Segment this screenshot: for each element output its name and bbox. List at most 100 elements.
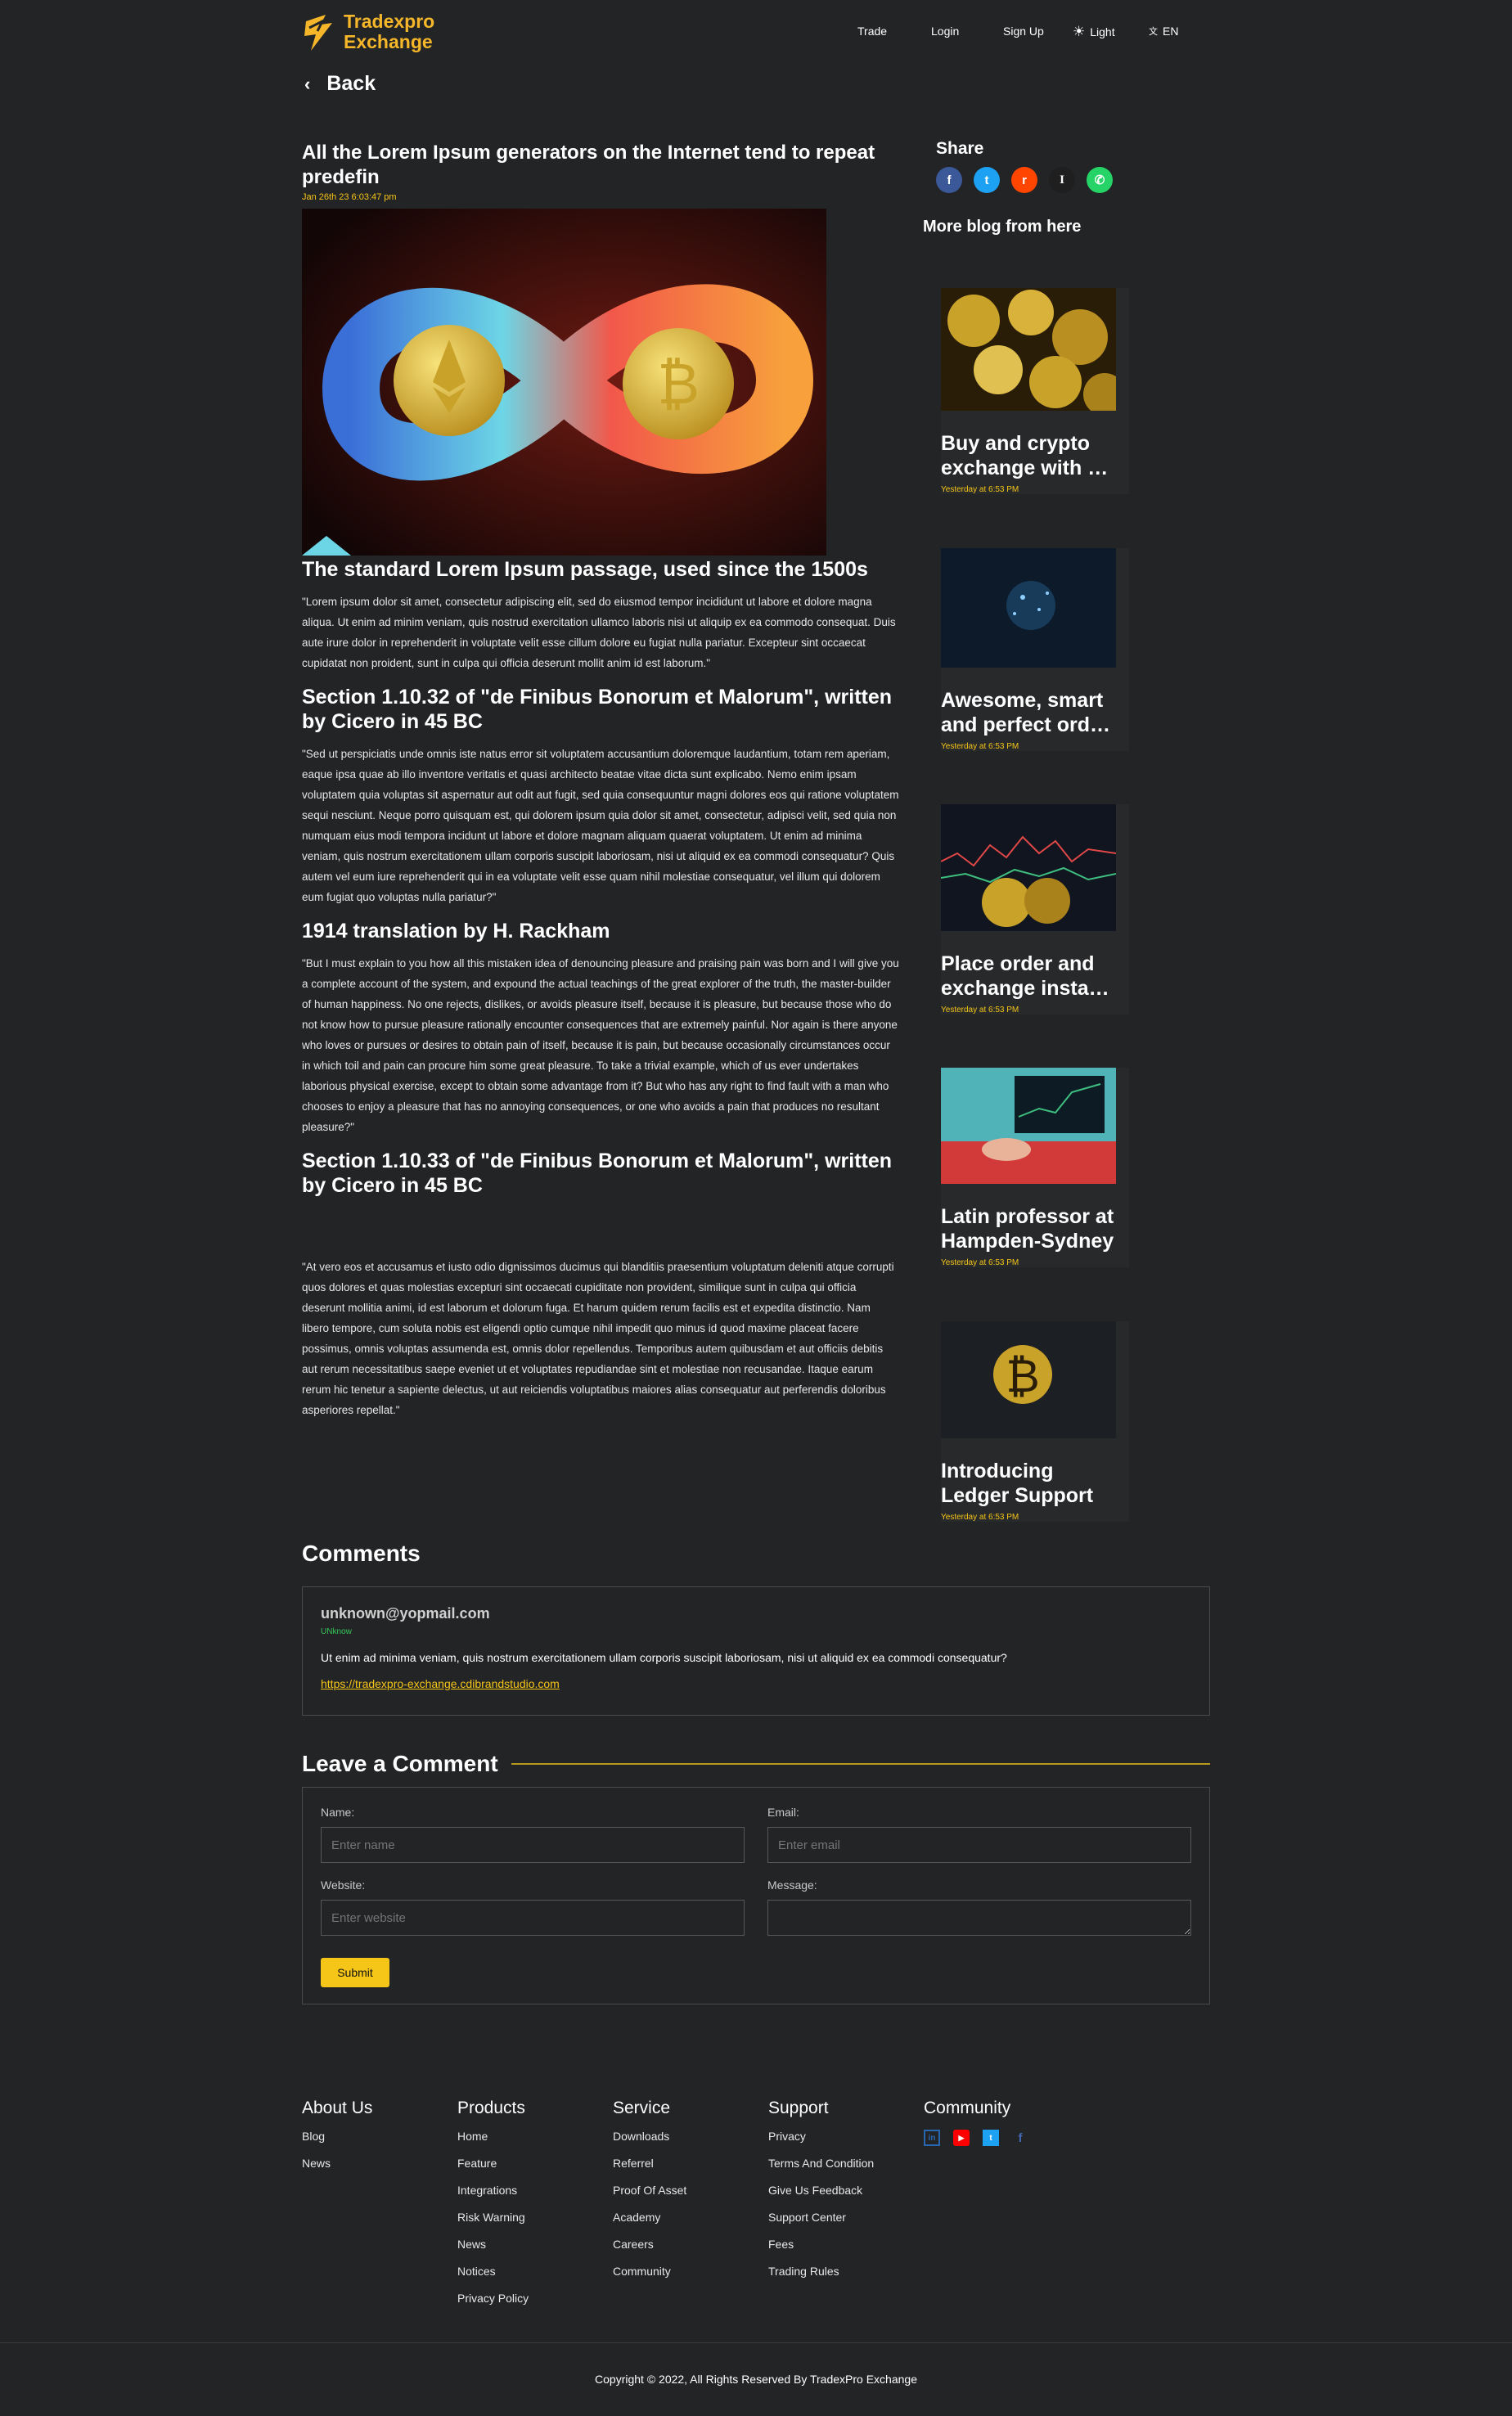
footer-link[interactable]: Blog [302, 2130, 372, 2157]
footer-link[interactable]: Feature [457, 2157, 529, 2184]
footer-link[interactable]: Notices [457, 2265, 529, 2292]
header: Tradexpro Exchange Trade Login Sign Up ☀… [0, 0, 1512, 65]
blog-card-date: Yesterday at 6:53 PM [941, 1006, 1019, 1015]
footer-divider [0, 2342, 1512, 2343]
comment-form: Name: Email: Website: Message: Submit [302, 1787, 1210, 2004]
footer-service: Service Downloads Referrel Proof Of Asse… [613, 2099, 686, 2292]
blog-card-image [940, 804, 1117, 931]
blog-card[interactable]: Awesome, smart and perfect order book Ye… [941, 548, 1129, 751]
back-label: Back [326, 72, 376, 95]
logo[interactable]: Tradexpro Exchange [298, 10, 434, 54]
share-title: Share [936, 139, 984, 158]
name-label: Name: [321, 1806, 355, 1819]
sidebar: Share f t r I ✆ More blog from here Buy … [923, 139, 1168, 1522]
comment-author: unknown@yopmail.com [321, 1605, 490, 1622]
blog-card-title-line2: Hampden-Sydney [941, 1230, 1114, 1253]
footer-link[interactable]: Terms And Condition [768, 2157, 874, 2184]
language-selector[interactable]: 文 EN [1149, 25, 1178, 38]
footer-link[interactable]: Home [457, 2130, 529, 2157]
section-heading: 1914 translation by H. Rackham [302, 920, 610, 943]
blog-card-date: Yesterday at 6:53 PM [941, 742, 1019, 751]
footer-link[interactable]: Community [613, 2265, 686, 2292]
facebook-icon[interactable]: f [1012, 2130, 1028, 2146]
message-input[interactable] [767, 1900, 1191, 1936]
blog-card[interactable]: Latin professor at Hampden-Sydney Yester… [941, 1068, 1129, 1267]
nav-trade[interactable]: Trade [857, 25, 887, 38]
leave-comment-section: Leave a Comment Name: Email: Website: Me… [302, 1751, 1210, 2004]
blog-card-date: Yesterday at 6:53 PM [941, 1258, 1019, 1267]
blog-card[interactable]: Place order and exchange instantly Yeste… [940, 804, 1129, 1015]
blog-card-image [941, 548, 1116, 668]
reddit-icon[interactable]: r [1011, 167, 1037, 193]
name-input[interactable] [321, 1827, 745, 1863]
blog-card-title: Latin professor at [941, 1205, 1114, 1228]
footer-link[interactable]: Privacy [768, 2130, 874, 2157]
whatsapp-icon[interactable]: ✆ [1087, 167, 1113, 193]
footer-products: Products Home Feature Integrations Risk … [457, 2099, 529, 2319]
footer-link[interactable]: Support Center [768, 2211, 874, 2238]
footer-link[interactable]: News [302, 2157, 372, 2184]
nav-signup[interactable]: Sign Up [1003, 25, 1044, 38]
footer-link[interactable]: Integrations [457, 2184, 529, 2211]
blog-card-image: ₿ [941, 1321, 1116, 1438]
linkedin-icon[interactable]: in [924, 2130, 940, 2146]
article-title: All the Lorem Ipsum generators on the In… [302, 142, 875, 188]
divider [511, 1763, 1210, 1765]
blog-card[interactable]: Buy and crypto exchange with Tradexpro Y… [941, 288, 1129, 494]
nav-login[interactable]: Login [931, 25, 959, 38]
theme-label: Light [1090, 25, 1115, 38]
section-heading: The standard Lorem Ipsum passage, used s… [302, 558, 868, 581]
footer-support: Support Privacy Terms And Condition Give… [768, 2099, 874, 2292]
blog-card-title: Place order and [941, 952, 1095, 975]
blog-card-title-line2: and perfect order book [941, 713, 1116, 736]
language-label: EN [1163, 25, 1179, 38]
facebook-icon[interactable]: f [936, 167, 962, 193]
footer-link[interactable]: Academy [613, 2211, 686, 2238]
footer-heading: Community [924, 2099, 1011, 2117]
twitter-icon[interactable]: t [983, 2130, 999, 2146]
svg-text:₿: ₿ [1006, 1350, 1039, 1403]
footer-link[interactable]: Privacy Policy [457, 2292, 529, 2319]
comments-section: Comments unknown@yopmail.com UNknow Ut e… [302, 1541, 1210, 1716]
twitter-icon[interactable]: t [974, 167, 1000, 193]
blog-card[interactable]: ₿ Introducing Ledger Support Yesterday a… [941, 1321, 1129, 1522]
website-label: Website: [321, 1878, 366, 1892]
instapaper-icon[interactable]: I [1049, 167, 1075, 193]
footer-link[interactable]: Give Us Feedback [768, 2184, 874, 2211]
comment-role: UNknow [321, 1627, 352, 1636]
submit-button[interactable]: Submit [321, 1958, 389, 1987]
section-paragraph: "Sed ut perspiciatis unde omnis iste nat… [302, 748, 899, 903]
footer-link[interactable]: Downloads [613, 2130, 686, 2157]
section-paragraph: "But I must explain to you how all this … [302, 957, 899, 1133]
blog-card-date: Yesterday at 6:53 PM [941, 485, 1019, 494]
footer-link[interactable]: Risk Warning [457, 2211, 529, 2238]
translate-icon: 文 [1149, 27, 1158, 37]
email-input[interactable] [767, 1827, 1191, 1863]
back-button[interactable]: ‹ Back [304, 72, 376, 96]
theme-toggle[interactable]: ☀ Light [1073, 24, 1115, 40]
footer-link[interactable]: Careers [613, 2238, 686, 2265]
footer-about: About Us Blog News [302, 2099, 372, 2184]
footer-link[interactable]: Proof Of Asset [613, 2184, 686, 2211]
logo-mark-icon [304, 15, 332, 51]
footer-link[interactable]: Trading Rules [768, 2265, 874, 2292]
logo-line1: Tradexpro [344, 11, 435, 32]
copyright: Copyright © 2022, All Rights Reserved By… [595, 2373, 917, 2386]
blog-card-image [941, 288, 1126, 416]
footer-link[interactable]: Fees [768, 2238, 874, 2265]
blog-card-title: Awesome, smart [941, 689, 1104, 712]
sun-icon: ☀ [1073, 24, 1086, 39]
leave-comment-title: Leave a Comment [302, 1751, 498, 1776]
footer-link[interactable]: News [457, 2238, 529, 2265]
comment-card: unknown@yopmail.com UNknow Ut enim ad mi… [302, 1586, 1210, 1716]
footer-heading: Service [613, 2099, 671, 2117]
youtube-icon[interactable]: ▶ [953, 2130, 970, 2146]
chevron-left-icon: ‹ [304, 73, 311, 94]
comments-title: Comments [302, 1541, 421, 1566]
comment-link[interactable]: https://tradexpro-exchange.cdibrandstudi… [321, 1677, 1191, 1690]
more-blog-title: More blog from here [923, 218, 1082, 236]
blog-card-title: Introducing [941, 1460, 1054, 1482]
footer-link[interactable]: Referrel [613, 2157, 686, 2184]
blog-card-title-line2: Ledger Support [941, 1484, 1094, 1507]
website-input[interactable] [321, 1900, 745, 1936]
